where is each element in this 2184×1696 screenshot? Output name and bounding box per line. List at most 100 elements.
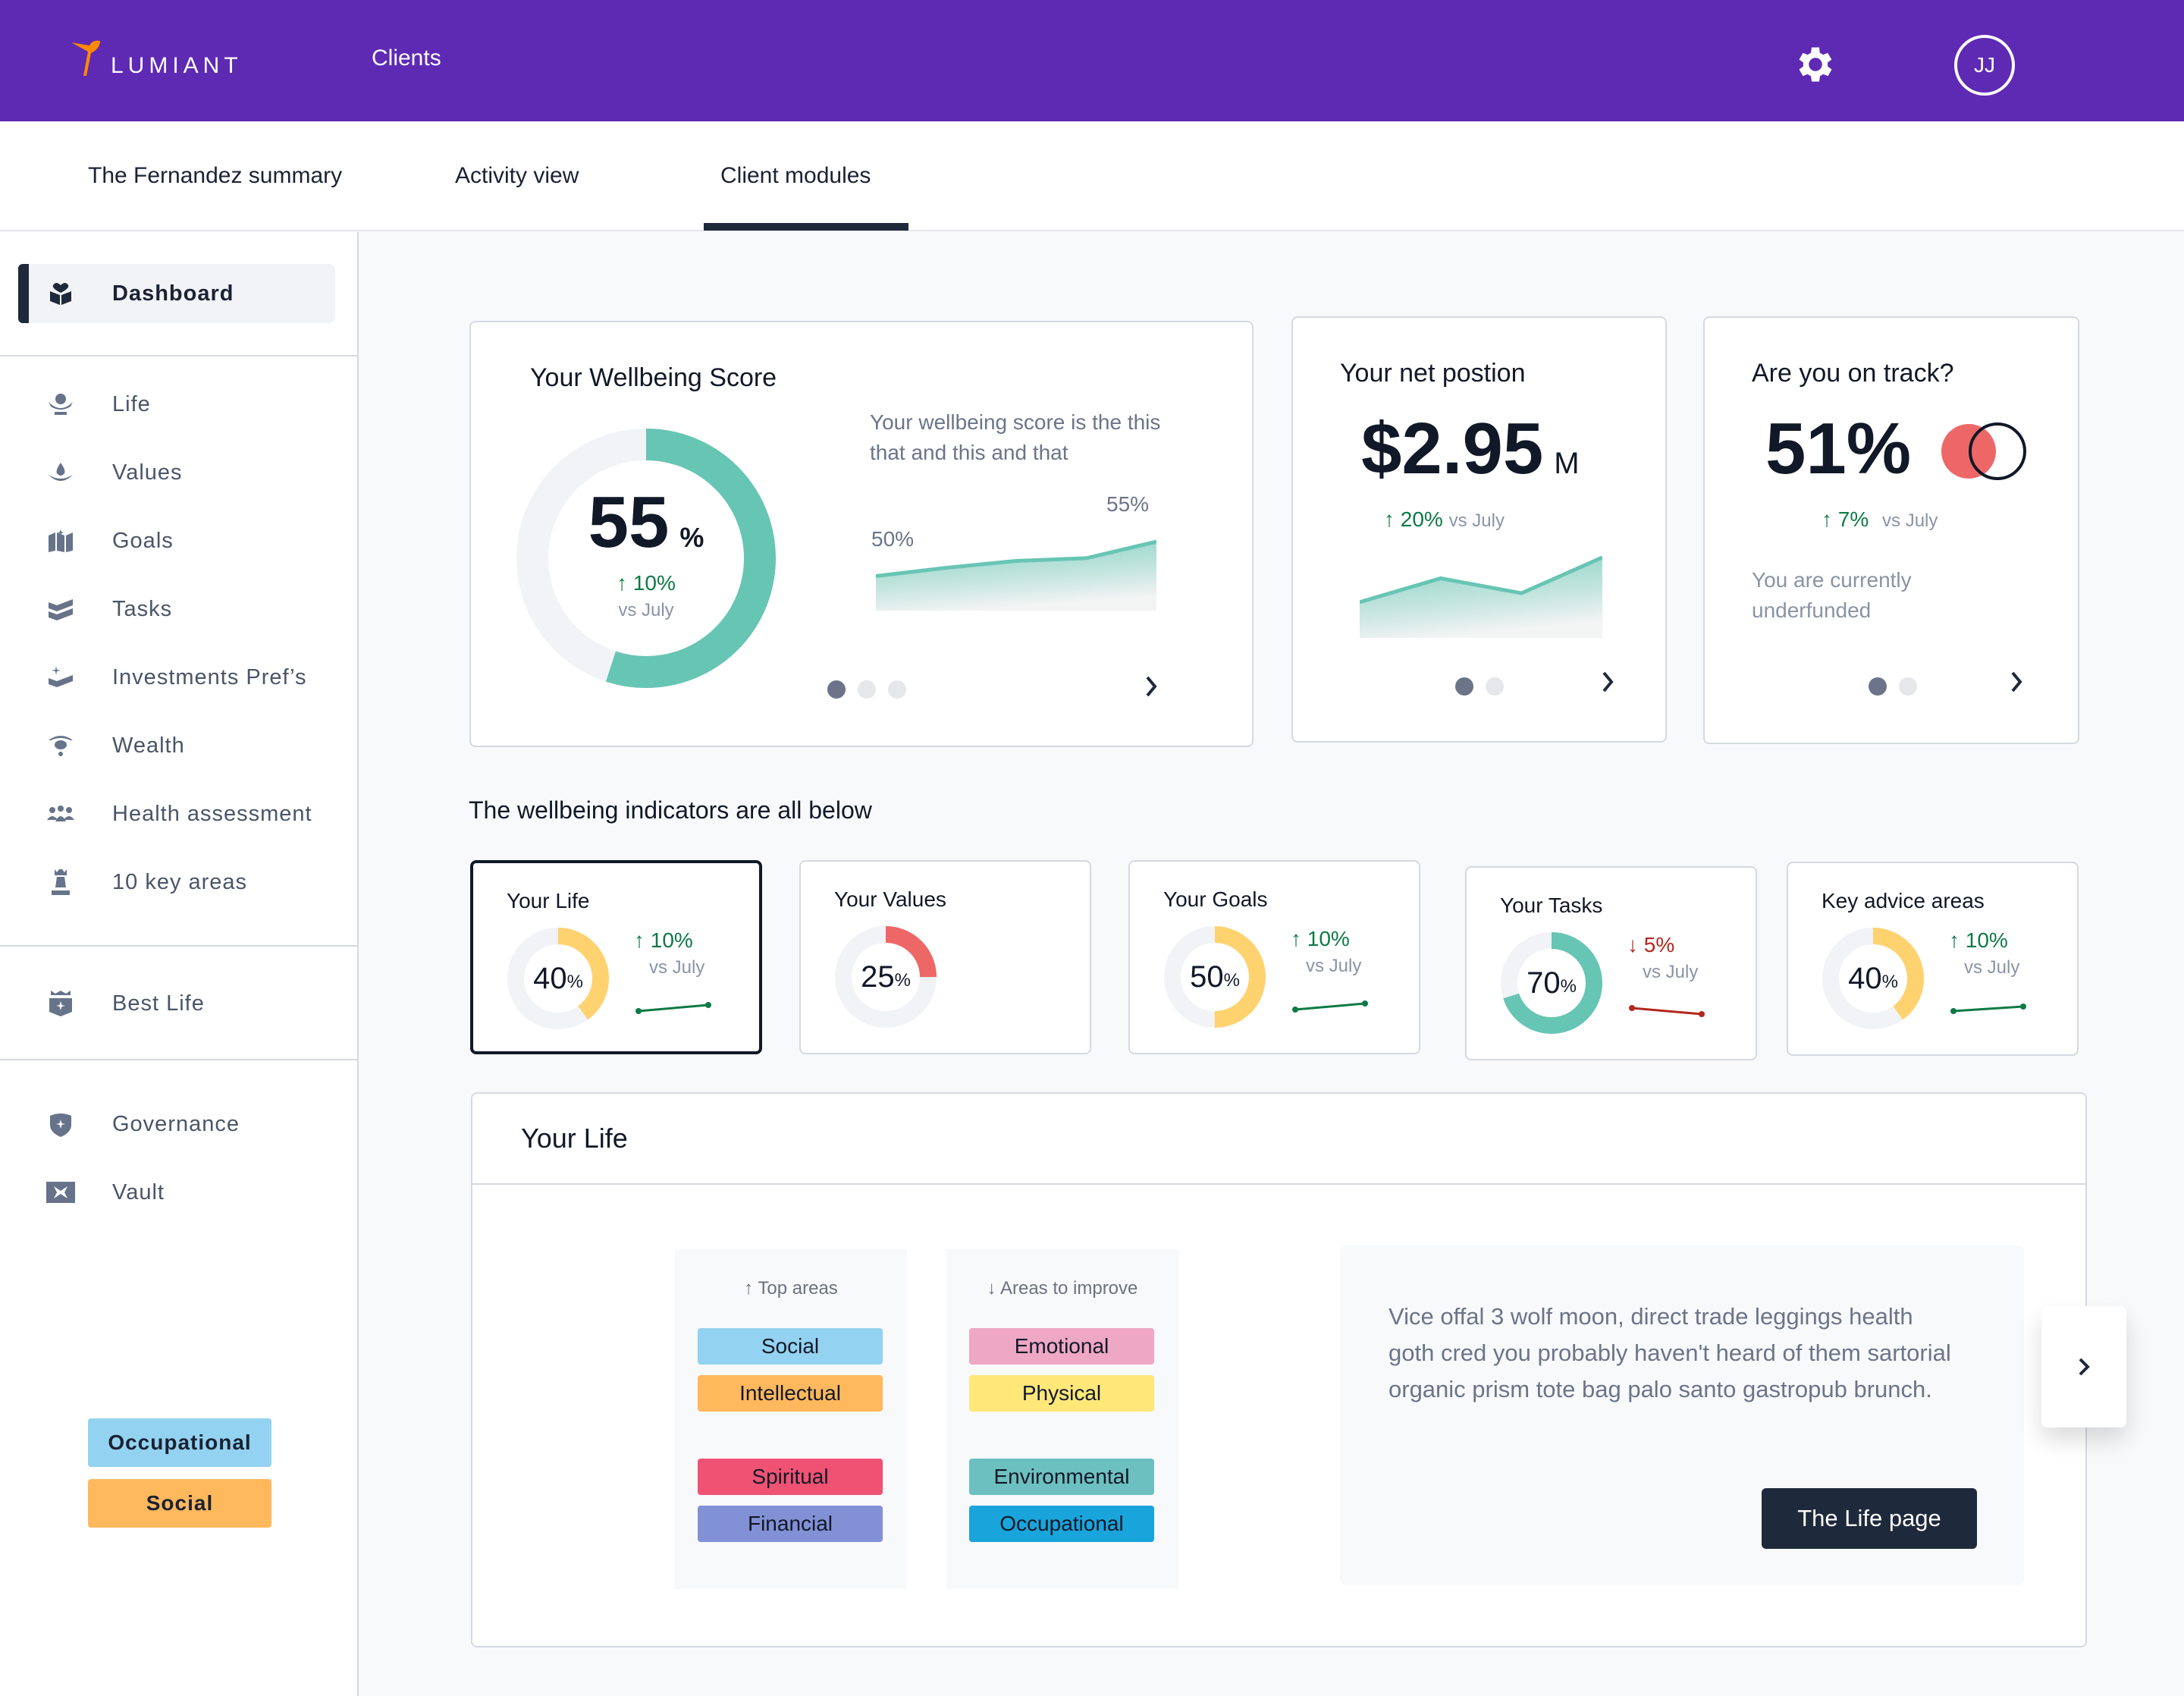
tab-client-modules[interactable]: Client modules — [720, 163, 871, 189]
sidebar-item-vault[interactable]: Vault — [18, 1163, 335, 1222]
top-areas-heading: ↑ Top areas — [744, 1278, 838, 1299]
indicator-title: Your Values — [834, 887, 946, 911]
tab-fernandez-summary[interactable]: The Fernandez summary — [88, 163, 342, 189]
area-tag-occupational: Occupational — [969, 1506, 1154, 1542]
card-title: Are you on track? — [1752, 359, 1954, 388]
sidebar-item-label: Health assessment — [112, 801, 312, 826]
user-avatar[interactable]: JJ — [1954, 35, 2015, 96]
card-title: Your net postion — [1340, 359, 1526, 388]
area-tag-environmental: Environmental — [969, 1459, 1154, 1495]
arrow-up-icon: ↑ — [617, 571, 628, 595]
wellbeing-score-value: 55% — [516, 485, 776, 576]
best-life-icon — [46, 988, 76, 1019]
vs-label: vs July — [1882, 510, 1938, 531]
sidebar-item-tasks[interactable]: Tasks — [18, 579, 335, 639]
sidebar-item-best-life[interactable]: Best Life — [18, 974, 335, 1033]
indicator-card-your-tasks[interactable]: Your Tasks 70% ↓ 5% vs July — [1465, 866, 1757, 1060]
sidebar-item-label: Wealth — [112, 733, 185, 758]
on-track-delta: ↑ 7% vs July — [1822, 507, 1938, 532]
arrow-up-icon: ↑ — [1949, 928, 1960, 952]
sidebar-item-health-assessment[interactable]: Health assessment — [18, 784, 335, 843]
indicator-delta: ↑ 10% — [1291, 927, 1350, 950]
indicator-sparkline — [1629, 1005, 1705, 1017]
arrow-up-icon: ↑ — [1384, 507, 1395, 531]
sidebar-item-goals[interactable]: Goals — [18, 511, 335, 570]
net-delta: ↑ 20% vs July — [1384, 507, 1505, 532]
top-areas-column: ↑ Top areas Social Intellectual Spiritua… — [675, 1249, 907, 1589]
sidebar-item-wealth[interactable]: Wealth — [18, 716, 335, 775]
lumiant-logo[interactable]: LUMIANT — [70, 38, 243, 77]
on-track-status: You are currently underfunded — [1752, 568, 1912, 622]
arrow-up-icon: ↑ — [1822, 507, 1832, 531]
settings-gear-icon[interactable] — [1793, 42, 1838, 87]
vs-label: vs July — [1964, 957, 2020, 978]
goals-icon — [46, 526, 76, 556]
sidebar-item-governance[interactable]: Governance — [18, 1095, 335, 1154]
sidebar-divider — [0, 355, 357, 356]
vs-label: vs July — [618, 600, 674, 620]
your-life-panel: Your Life ↑ Top areas Social Intellectua… — [471, 1092, 2087, 1647]
sidebar-item-10-key-areas[interactable]: 10 key areas — [18, 853, 335, 912]
indicator-card-key-advice-areas[interactable]: Key advice areas 40% ↑ 10% vs July — [1787, 862, 2079, 1056]
sidebar-item-label: Investments Pref’s — [112, 664, 307, 689]
sidebar-item-dashboard[interactable]: Dashboard — [18, 264, 335, 323]
carousel-dot-active[interactable] — [827, 680, 846, 699]
health-icon — [46, 799, 76, 829]
delta-value: 10% — [632, 571, 676, 595]
carousel-dots — [827, 680, 906, 699]
sidebar-item-values[interactable]: Values — [18, 443, 335, 502]
wellbeing-delta: ↑ 10% — [516, 571, 776, 595]
chevron-right-icon[interactable] — [1596, 667, 1619, 697]
sidebar-item-investments[interactable]: Investments Pref’s — [18, 648, 335, 707]
sidebar-item-label: Vault — [112, 1179, 165, 1204]
arrow-up-icon: ↑ — [634, 928, 645, 952]
life-description: Vice offal 3 wolf moon, direct trade leg… — [1389, 1303, 1951, 1402]
life-icon — [46, 389, 76, 419]
carousel-dot[interactable] — [1486, 677, 1504, 696]
indicator-card-your-values[interactable]: Your Values 25% — [799, 860, 1091, 1054]
score-unit: % — [679, 522, 704, 553]
tab-activity-view[interactable]: Activity view — [455, 163, 579, 189]
vs-label: vs July — [1306, 956, 1362, 976]
wellbeing-score-card: Your Wellbeing Score 55% ↑ 10% vs July Y… — [469, 321, 1254, 747]
indicators-heading: The wellbeing indicators are all below — [469, 796, 872, 824]
net-value: $2.95 — [1361, 408, 1544, 489]
score-number: 55 — [588, 482, 670, 563]
sidebar-item-label: Governance — [112, 1111, 240, 1136]
carousel-dot[interactable] — [888, 680, 906, 699]
chevron-right-icon[interactable] — [1140, 671, 1163, 702]
vs-label: vs July — [1448, 510, 1505, 531]
investments-icon — [46, 662, 76, 693]
active-tab-indicator — [704, 223, 908, 231]
wellbeing-trend-chart — [876, 539, 1156, 611]
sidebar-item-label: Best Life — [112, 991, 205, 1016]
sidebar-item-label: Values — [112, 460, 183, 485]
vault-icon — [46, 1177, 76, 1208]
improve-areas-column: ↓ Areas to improve Emotional Physical En… — [946, 1249, 1178, 1589]
sidebar-tag-occupational: Occupational — [88, 1418, 271, 1467]
chevron-right-icon[interactable] — [2005, 667, 2028, 697]
net-unit: M — [1554, 447, 1580, 480]
improve-areas-heading: ↓ Areas to improve — [987, 1278, 1138, 1299]
indicator-sparkline — [1292, 1000, 1368, 1013]
indicator-delta: ↑ 10% — [1949, 928, 2008, 952]
values-icon — [46, 457, 76, 488]
indicator-title: Your Tasks — [1500, 894, 1603, 917]
sidebar-item-life[interactable]: Life — [18, 375, 335, 434]
indicator-title: Your Goals — [1163, 887, 1268, 911]
area-tag-emotional: Emotional — [969, 1328, 1154, 1365]
area-tag-financial: Financial — [698, 1506, 883, 1542]
carousel-dot-active[interactable] — [1869, 677, 1887, 696]
carousel-dot[interactable] — [1899, 677, 1917, 696]
carousel-dot[interactable] — [858, 680, 876, 699]
sidebar: Dashboard Life Values Goals Tasks Invest… — [0, 232, 359, 1696]
sidebar-item-label: Tasks — [112, 596, 173, 621]
indicator-card-your-life[interactable]: Your Life 40% ↑ 10% vs July — [470, 860, 762, 1054]
life-page-button[interactable]: The Life page — [1762, 1488, 1977, 1549]
carousel-dot-active[interactable] — [1455, 677, 1473, 696]
nav-clients-link[interactable]: Clients — [372, 46, 441, 71]
vs-label: vs July — [1643, 962, 1699, 982]
indicator-card-your-goals[interactable]: Your Goals 50% ↑ 10% vs July — [1128, 860, 1420, 1054]
on-track-value: 51% — [1765, 408, 1912, 489]
next-panel-button[interactable] — [2041, 1306, 2126, 1427]
